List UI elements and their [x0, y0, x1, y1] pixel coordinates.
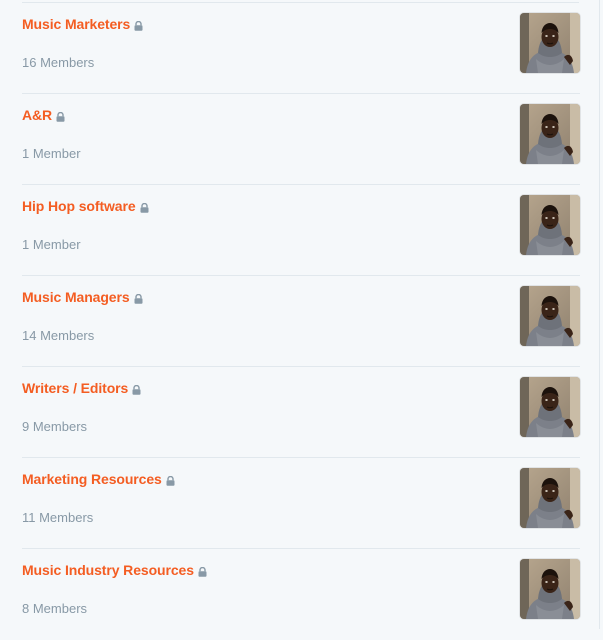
group-name-link[interactable]: Hip Hop software: [22, 198, 136, 214]
name-row: Music Managers: [22, 288, 143, 306]
list-item[interactable]: Music Marketers 16 Members: [22, 3, 580, 94]
group-name-link[interactable]: A&R: [22, 107, 52, 123]
avatar[interactable]: [520, 104, 580, 164]
list-item[interactable]: Music Managers 14 Members: [22, 276, 580, 367]
avatar[interactable]: [520, 559, 580, 619]
avatar[interactable]: [520, 286, 580, 346]
avatar[interactable]: [520, 195, 580, 255]
name-row: Music Industry Resources: [22, 561, 207, 579]
avatar[interactable]: [520, 13, 580, 73]
lock-icon: [56, 109, 65, 122]
list-item[interactable]: Marketing Resources 11 Members: [22, 458, 580, 549]
member-count: 16 Members: [22, 55, 95, 70]
group-name-link[interactable]: Music Marketers: [22, 16, 130, 32]
group-name-link[interactable]: Music Managers: [22, 289, 130, 305]
name-row: Music Marketers: [22, 15, 143, 33]
list-item[interactable]: Hip Hop software 1 Member: [22, 185, 580, 276]
member-count: 11 Members: [22, 510, 94, 525]
list-item[interactable]: Writers / Editors 9 Members: [22, 367, 580, 458]
member-count: 1 Member: [22, 237, 81, 252]
lock-icon: [140, 200, 149, 213]
member-count: 14 Members: [22, 328, 95, 343]
member-count: 1 Member: [22, 146, 81, 161]
lock-icon: [198, 564, 207, 577]
lock-icon: [134, 18, 143, 31]
group-list-panel: Music Marketers 16 Members A&R 1 Member …: [0, 0, 600, 629]
group-list: Music Marketers 16 Members A&R 1 Member …: [0, 3, 600, 640]
group-name-link[interactable]: Music Industry Resources: [22, 562, 194, 578]
lock-icon: [166, 473, 175, 486]
avatar[interactable]: [520, 468, 580, 528]
group-name-link[interactable]: Writers / Editors: [22, 380, 128, 396]
member-count: 9 Members: [22, 419, 88, 434]
list-item[interactable]: Music Industry Resources 8 Members: [22, 549, 580, 640]
list-item[interactable]: A&R 1 Member: [22, 94, 580, 185]
member-count: 8 Members: [22, 601, 88, 616]
name-row: Marketing Resources: [22, 470, 175, 488]
lock-icon: [134, 291, 143, 304]
name-row: Hip Hop software: [22, 197, 149, 215]
name-row: Writers / Editors: [22, 379, 141, 397]
group-name-link[interactable]: Marketing Resources: [22, 471, 162, 487]
name-row: A&R: [22, 106, 65, 124]
lock-icon: [132, 382, 141, 395]
avatar[interactable]: [520, 377, 580, 437]
